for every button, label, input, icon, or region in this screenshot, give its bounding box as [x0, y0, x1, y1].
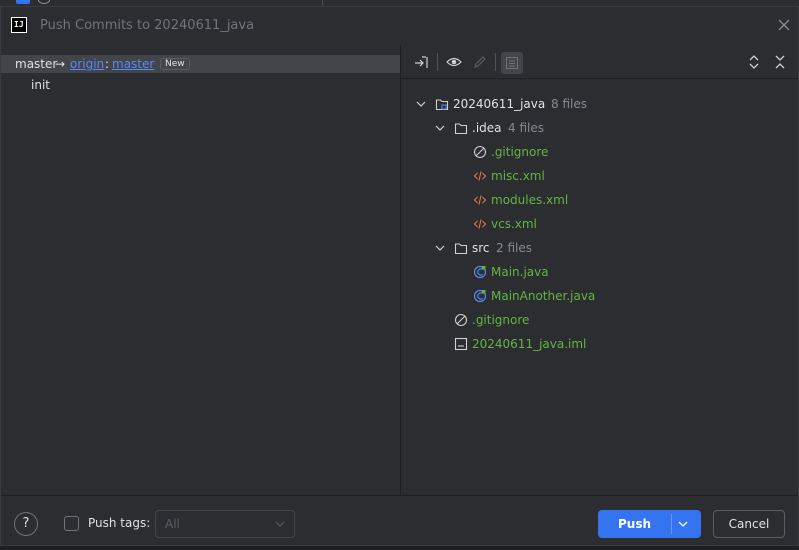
push-tags-label: Push tags: — [88, 516, 151, 530]
folder-icon — [454, 123, 468, 135]
chevron-down-icon[interactable] — [434, 242, 446, 254]
changes-toolbar — [401, 45, 798, 79]
folder-icon — [454, 243, 468, 255]
tree-row[interactable]: .idea 4 files — [401, 117, 798, 139]
chevron-down-icon — [275, 521, 285, 527]
gitignore-icon — [454, 313, 468, 327]
collapse-left-icon[interactable] — [413, 54, 429, 70]
commits-panel: master → origin : master New init — [1, 45, 400, 495]
tree-row[interactable]: .gitignore — [401, 141, 798, 163]
local-branch: master — [15, 57, 58, 71]
arrow-glyph: → — [55, 57, 66, 71]
tree-item-name: 20240611_java.iml — [472, 337, 587, 351]
module-folder-icon — [435, 99, 449, 111]
tree-row[interactable]: .gitignore — [401, 309, 798, 331]
group-toggle[interactable] — [501, 52, 523, 74]
tree-row[interactable]: Main.java — [401, 261, 798, 283]
tags-select-value: All — [165, 517, 180, 531]
remote-link[interactable]: origin — [70, 57, 104, 71]
tree-row[interactable]: modules.xml — [401, 189, 798, 211]
tree-row[interactable]: 20240611_java.iml — [401, 333, 798, 355]
dialog-footer: ? Push tags: All Push Cancel — [1, 495, 798, 545]
tree-item-name: vcs.xml — [491, 217, 537, 231]
tree-item-name: .idea — [472, 121, 502, 135]
tree-row[interactable]: 20240611_java 8 files — [401, 93, 798, 115]
toolbar-separator — [495, 53, 496, 71]
remote-separator: : — [105, 57, 110, 71]
remote-branch-link[interactable]: master — [112, 57, 154, 71]
tree-item-name: Main.java — [491, 265, 549, 279]
push-button-separator — [671, 514, 672, 534]
xml-file-icon — [473, 195, 487, 205]
tree-item-name: .gitignore — [472, 313, 530, 327]
branch-mapping-row[interactable]: master → origin : master New — [1, 55, 400, 73]
expand-all-icon[interactable] — [746, 54, 762, 70]
gitignore-icon — [473, 145, 487, 159]
edit-icon[interactable] — [472, 54, 488, 70]
tree-row[interactable]: vcs.xml — [401, 213, 798, 235]
toolbar-separator — [437, 53, 438, 71]
tree-item-name: MainAnother.java — [491, 289, 596, 303]
eye-icon[interactable] — [446, 54, 462, 70]
push-commits-dialog: IJ Push Commits to 20240611_java master … — [0, 6, 799, 546]
background-icon — [38, 0, 50, 4]
chevron-down-icon[interactable] — [434, 122, 446, 134]
tags-select[interactable]: All — [155, 510, 295, 538]
background-bottom-strip — [0, 546, 799, 550]
collapse-all-icon[interactable] — [772, 54, 788, 70]
tree-item-count: 8 files — [551, 97, 587, 111]
push-button[interactable]: Push — [598, 510, 671, 538]
tree-item-name: 20240611_java — [453, 97, 546, 111]
tree-item-count: 4 files — [508, 121, 544, 135]
intellij-app-icon: IJ — [11, 17, 27, 33]
tree-item-name: src — [472, 241, 490, 255]
java-class-icon — [473, 265, 487, 279]
tree-item-name: misc.xml — [491, 169, 545, 183]
push-button-group: Push — [598, 510, 701, 538]
close-icon[interactable] — [776, 17, 792, 33]
xml-file-icon — [473, 171, 487, 181]
tree-row[interactable]: misc.xml — [401, 165, 798, 187]
grid-icon — [506, 57, 518, 69]
changes-panel: 20240611_java 8 files .idea 4 files .gitigno… — [401, 45, 798, 495]
commit-item[interactable]: init — [31, 78, 50, 92]
tree-item-count: 2 files — [496, 241, 532, 255]
background-tab-indicator — [16, 0, 30, 4]
xml-file-icon — [473, 219, 487, 229]
chevron-down-icon[interactable] — [415, 98, 427, 110]
help-button[interactable]: ? — [14, 512, 38, 536]
tree-item-name: .gitignore — [491, 145, 549, 159]
dialog-title: Push Commits to 20240611_java — [40, 18, 255, 33]
tree-row[interactable]: MainAnother.java — [401, 285, 798, 307]
cancel-button[interactable]: Cancel — [713, 510, 785, 538]
dialog-titlebar: IJ Push Commits to 20240611_java — [1, 7, 798, 45]
java-class-icon — [473, 289, 487, 303]
iml-file-icon — [454, 337, 468, 351]
push-options-chevron-icon[interactable] — [677, 518, 689, 530]
tree-row[interactable]: src 2 files — [401, 237, 798, 259]
tree-item-name: modules.xml — [491, 193, 569, 207]
push-tags-checkbox[interactable] — [64, 516, 79, 531]
new-branch-badge: New — [160, 58, 190, 70]
